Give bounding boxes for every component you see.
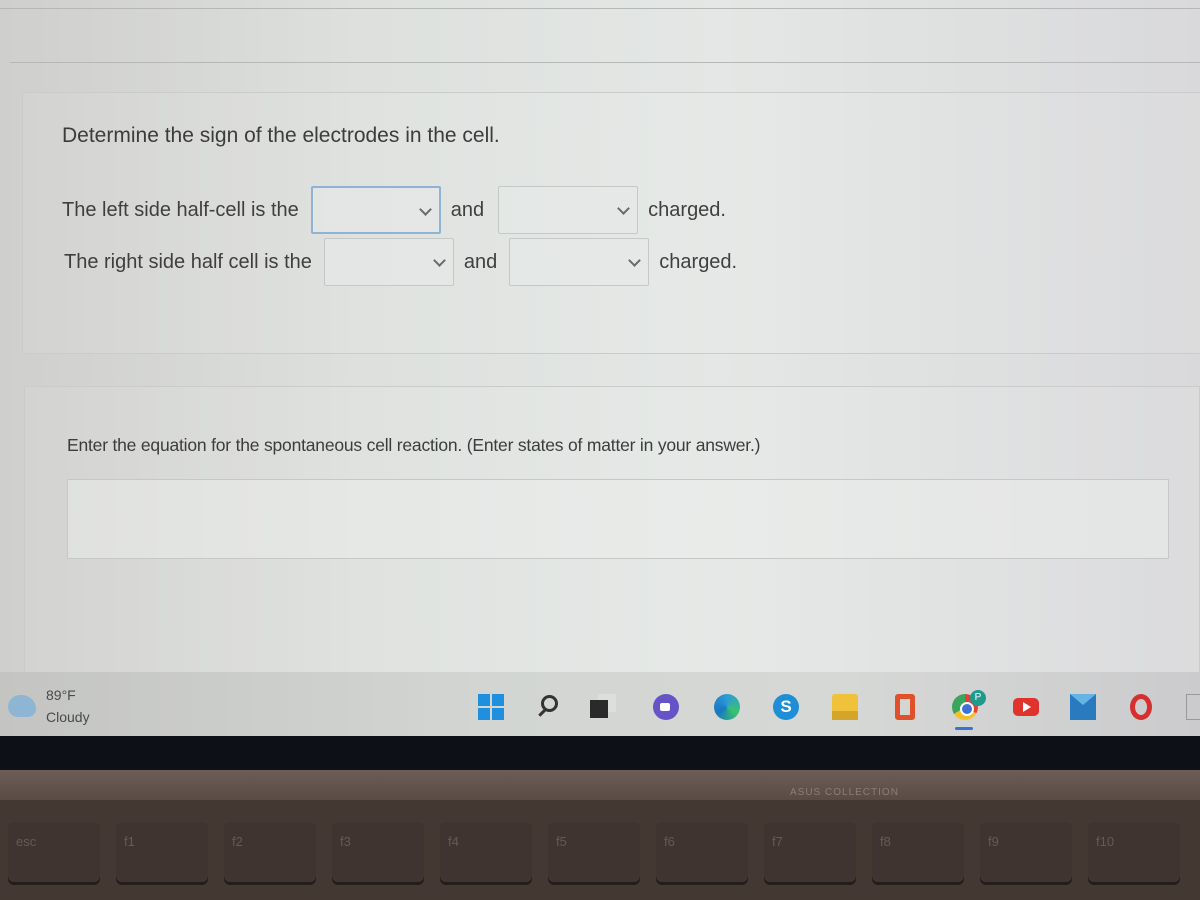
row-joiner: and (463, 250, 498, 273)
office-icon[interactable] (895, 694, 915, 720)
key-f6[interactable]: f6 (656, 822, 748, 882)
mail-icon[interactable] (1070, 694, 1096, 720)
divider (10, 62, 1200, 63)
active-app-indicator (955, 727, 973, 730)
key-f3[interactable]: f3 (332, 822, 424, 882)
chevron-down-icon (433, 254, 446, 267)
row-prefix: The left side half-cell is the (62, 198, 299, 221)
right-charge-select[interactable] (509, 238, 650, 286)
overflow-icon[interactable] (1186, 694, 1200, 720)
right-electrode-type-select[interactable] (323, 238, 454, 286)
equation-input[interactable] (67, 479, 1169, 559)
row-prefix: The right side half cell is the (64, 250, 312, 273)
chevron-down-icon (617, 202, 631, 215)
windows-icon[interactable] (478, 694, 504, 720)
laptop-hinge (0, 770, 1200, 800)
skype-icon[interactable]: S (773, 694, 799, 720)
weather-condition: Cloudy (46, 709, 90, 725)
left-electrode-type-select[interactable] (310, 186, 441, 234)
weather-temperature: 89°F (46, 687, 76, 703)
divider (0, 8, 1200, 9)
brand-label: ASUS COLLECTION (790, 787, 899, 798)
task-view-icon[interactable] (590, 694, 616, 720)
question-title: Determine the sign of the electrodes in … (62, 124, 500, 147)
taskbar: 89°F Cloudy S P (0, 672, 1200, 736)
chevron-down-icon (628, 254, 642, 267)
left-charge-select[interactable] (498, 186, 639, 234)
opera-icon[interactable] (1130, 694, 1152, 720)
cloud-icon (8, 695, 36, 717)
key-esc[interactable]: esc (8, 822, 100, 882)
key-f1[interactable]: f1 (116, 822, 208, 882)
key-f9[interactable]: f9 (980, 822, 1072, 882)
equation-prompt: Enter the equation for the spontaneous c… (67, 435, 761, 455)
folder-icon[interactable] (832, 694, 858, 720)
search-icon[interactable] (536, 694, 562, 720)
key-f10[interactable]: f10 (1088, 822, 1180, 882)
chevron-down-icon (418, 203, 432, 216)
left-half-cell-row: The left side half-cell is the and charg… (62, 186, 726, 234)
video-chat-icon[interactable] (653, 694, 679, 720)
right-half-cell-row: The right side half cell is the and char… (64, 238, 737, 286)
key-f4[interactable]: f4 (440, 822, 532, 882)
screen: Determine the sign of the electrodes in … (0, 0, 1200, 740)
key-f7[interactable]: f7 (764, 822, 856, 882)
row-suffix: charged. (648, 198, 726, 221)
youtube-icon[interactable] (1013, 698, 1039, 716)
profile-badge: P (970, 690, 986, 706)
key-f8[interactable]: f8 (872, 822, 964, 882)
key-f2[interactable]: f2 (224, 822, 316, 882)
weather-widget[interactable]: 89°F Cloudy (8, 684, 90, 728)
edge-icon[interactable] (714, 694, 740, 720)
key-f5[interactable]: f5 (548, 822, 640, 882)
row-suffix: charged. (659, 250, 738, 273)
row-joiner: and (450, 198, 485, 221)
